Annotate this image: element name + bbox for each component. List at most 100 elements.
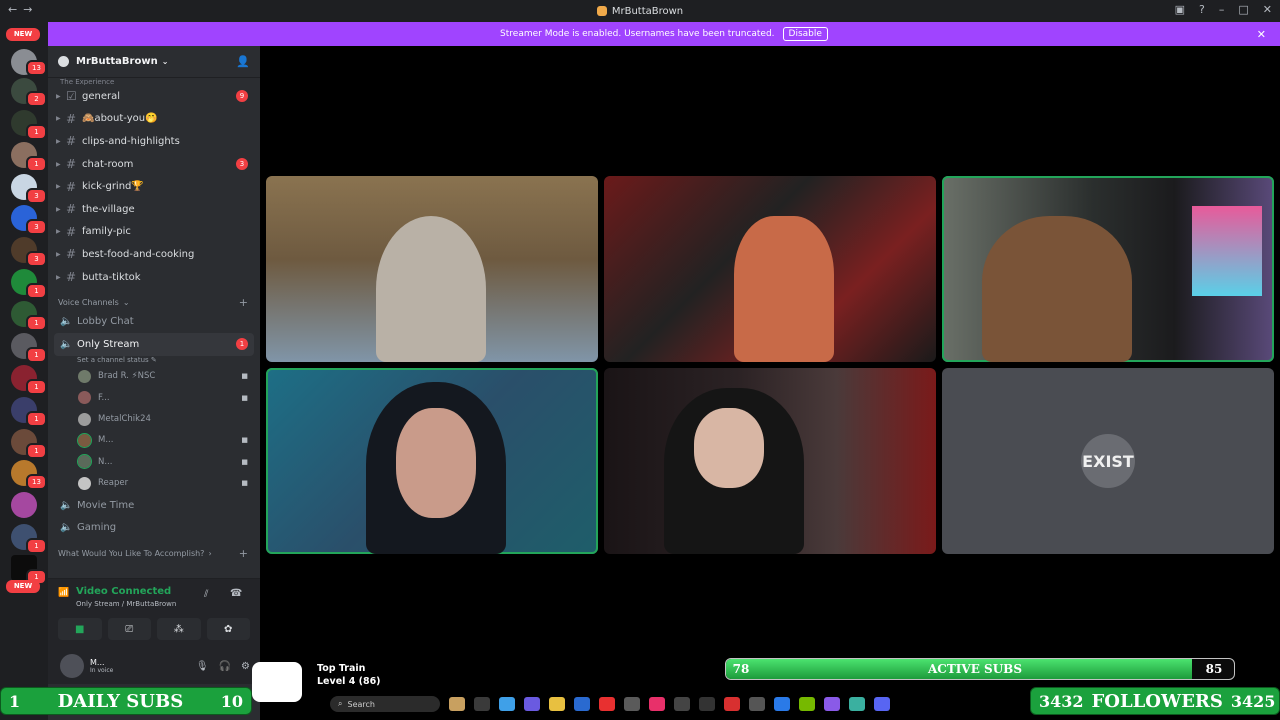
category-header[interactable]: What Would You Like To Accomplish? › + xyxy=(48,545,260,561)
inbox-icon[interactable]: ▣ xyxy=(1175,3,1185,16)
minimize-button[interactable]: – xyxy=(1219,3,1225,16)
user-info[interactable]: M... In voice xyxy=(90,658,113,674)
soundboard-button[interactable]: ✿ xyxy=(206,618,250,640)
video-tile[interactable] xyxy=(604,368,936,554)
channel-butta-tiktok[interactable]: ▶ # butta-tiktok xyxy=(48,266,260,289)
search-icon: ⌕ xyxy=(338,699,343,708)
channel-general[interactable]: ▶ ☑ general 9 xyxy=(48,85,260,108)
hash-icon: # xyxy=(66,202,77,217)
video-tile-speaking[interactable] xyxy=(266,368,598,554)
voice-status-title[interactable]: Video Connected xyxy=(58,586,171,597)
close-icon[interactable]: ✕ xyxy=(1257,28,1266,41)
channel-chat-room[interactable]: ▶ # chat-room 3 xyxy=(48,153,260,176)
app-window: ←→ MrButtaBrown ▣ ? – □ ✕ NEW 13 2 1 1 3… xyxy=(0,0,1280,720)
channel-name: chat-room xyxy=(82,158,134,170)
voice-user[interactable]: Brad R. ⚡NSC ■ xyxy=(48,366,260,387)
activities-button[interactable]: ⁂ xyxy=(157,618,201,640)
video-camera-icon: ■ xyxy=(75,623,85,635)
taskbar-app-icon[interactable] xyxy=(524,697,540,711)
screen-share-button[interactable]: ⎚ xyxy=(107,618,151,640)
followers-left: 3432 xyxy=(1039,691,1084,711)
voice-channel-gaming[interactable]: 🔈 Gaming xyxy=(48,516,260,539)
taskbar-app-icon[interactable] xyxy=(574,697,590,711)
server-icon[interactable] xyxy=(11,492,37,518)
taskbar-app-icon[interactable] xyxy=(474,697,490,711)
voice-category-header[interactable]: Voice Channels ⌄ + xyxy=(48,294,260,310)
voice-channel-movie-time[interactable]: 🔈 Movie Time xyxy=(48,494,260,517)
server-badge: 1 xyxy=(26,315,47,331)
participant-video xyxy=(376,216,486,362)
voice-status-subtitle[interactable]: Only Stream / MrButtaBrown xyxy=(76,600,176,608)
voice-channel-only-stream[interactable]: 🔈 Only Stream 1 xyxy=(54,332,254,356)
channel-name: Movie Time xyxy=(77,499,135,511)
pencil-icon: ✎ xyxy=(150,355,157,364)
voice-user[interactable]: MetalChik24 xyxy=(48,408,260,429)
taskbar-app-icon[interactable] xyxy=(724,697,740,711)
headphones-icon[interactable]: 🎧 xyxy=(219,661,231,672)
train-icon xyxy=(252,662,302,702)
server-badge: 1 xyxy=(26,156,47,172)
daily-subs-left: 1 xyxy=(9,691,21,711)
taskbar-app-icon[interactable] xyxy=(499,697,515,711)
rules-channel-icon: ☑ xyxy=(66,89,77,104)
voice-channel-lobby[interactable]: 🔈 Lobby Chat xyxy=(48,310,260,333)
hash-icon: # xyxy=(66,157,77,172)
channel-best-food-and-cooking[interactable]: ▶ # best-food-and-cooking xyxy=(48,243,260,266)
channel-status[interactable]: Set a channel status ✎ xyxy=(48,356,260,366)
video-tile[interactable] xyxy=(266,176,598,362)
video-tile-speaking[interactable] xyxy=(942,176,1274,362)
gear-icon[interactable]: ⚙ xyxy=(241,661,250,672)
taskbar-app-icon[interactable] xyxy=(824,697,840,711)
active-subs-right: 85 xyxy=(1205,662,1223,676)
noise-suppression-icon[interactable]: ⫽ xyxy=(204,589,208,600)
taskbar-app-icon[interactable] xyxy=(874,697,890,711)
channel-about-you[interactable]: ▶ # 🙈about-you🤭 xyxy=(48,108,260,131)
server-badge: 1 xyxy=(26,124,47,140)
voice-user[interactable]: M... ■ xyxy=(48,430,260,451)
maximize-button[interactable]: □ xyxy=(1238,3,1248,16)
taskbar-search[interactable]: ⌕ Search xyxy=(330,696,440,712)
taskbar-app-icon[interactable] xyxy=(599,697,615,711)
disable-button[interactable]: Disable xyxy=(782,27,828,41)
avatar[interactable] xyxy=(60,654,84,678)
taskbar-app-icon[interactable] xyxy=(799,697,815,711)
voice-user[interactable]: N... ■ xyxy=(48,451,260,472)
taskbar-app-icon[interactable] xyxy=(449,697,465,711)
channel-kick-grind[interactable]: ▶ # kick-grind🏆 xyxy=(48,175,260,198)
voice-user-name: N... xyxy=(98,456,113,467)
video-tile[interactable] xyxy=(604,176,936,362)
help-icon[interactable]: ? xyxy=(1199,3,1205,16)
hash-icon: # xyxy=(66,270,77,285)
taskbar-app-icon[interactable] xyxy=(624,697,640,711)
channel-clips-and-highlights[interactable]: ▶ # clips-and-highlights xyxy=(48,130,260,153)
voice-user-name: Reaper xyxy=(98,478,129,489)
server-badge: 1 xyxy=(26,347,47,363)
voice-user[interactable]: Reaper ■ xyxy=(48,472,260,493)
microphone-icon[interactable]: 🎙 xyxy=(196,661,209,672)
create-channel-icon[interactable]: + xyxy=(239,547,248,560)
taskbar-app-icon[interactable] xyxy=(749,697,765,711)
category-label: What Would You Like To Accomplish? xyxy=(58,548,205,558)
taskbar-app-icon[interactable] xyxy=(674,697,690,711)
server-badge: 3 xyxy=(26,251,47,267)
voice-user[interactable]: F... ■ xyxy=(48,387,260,408)
disconnect-icon[interactable]: ☎ xyxy=(230,588,242,599)
server-header[interactable]: MrButtaBrown ⌄ 👤 xyxy=(48,46,260,78)
taskbar-app-icon[interactable] xyxy=(849,697,865,711)
window-controls: ▣ ? – □ ✕ xyxy=(1175,3,1272,16)
banner-text: Streamer Mode is enabled. Usernames have… xyxy=(500,29,775,39)
camera-button[interactable]: ■ xyxy=(58,618,102,640)
create-channel-icon[interactable]: + xyxy=(239,296,248,309)
channel-the-village[interactable]: ▶ # the-village xyxy=(48,198,260,221)
channel-name: general xyxy=(82,90,121,102)
taskbar-app-icon[interactable] xyxy=(549,697,565,711)
back-forward-arrows[interactable]: ←→ xyxy=(8,3,38,16)
channel-name: 🙈about-you🤭 xyxy=(82,113,158,125)
channel-family-pic[interactable]: ▶ # family-pic xyxy=(48,221,260,244)
taskbar-app-icon[interactable] xyxy=(649,697,665,711)
add-member-icon[interactable]: 👤 xyxy=(236,55,250,68)
close-window-button[interactable]: ✕ xyxy=(1263,3,1272,16)
taskbar-app-icon[interactable] xyxy=(699,697,715,711)
taskbar-app-icon[interactable] xyxy=(774,697,790,711)
video-tile-no-camera[interactable]: EXIST xyxy=(942,368,1274,554)
